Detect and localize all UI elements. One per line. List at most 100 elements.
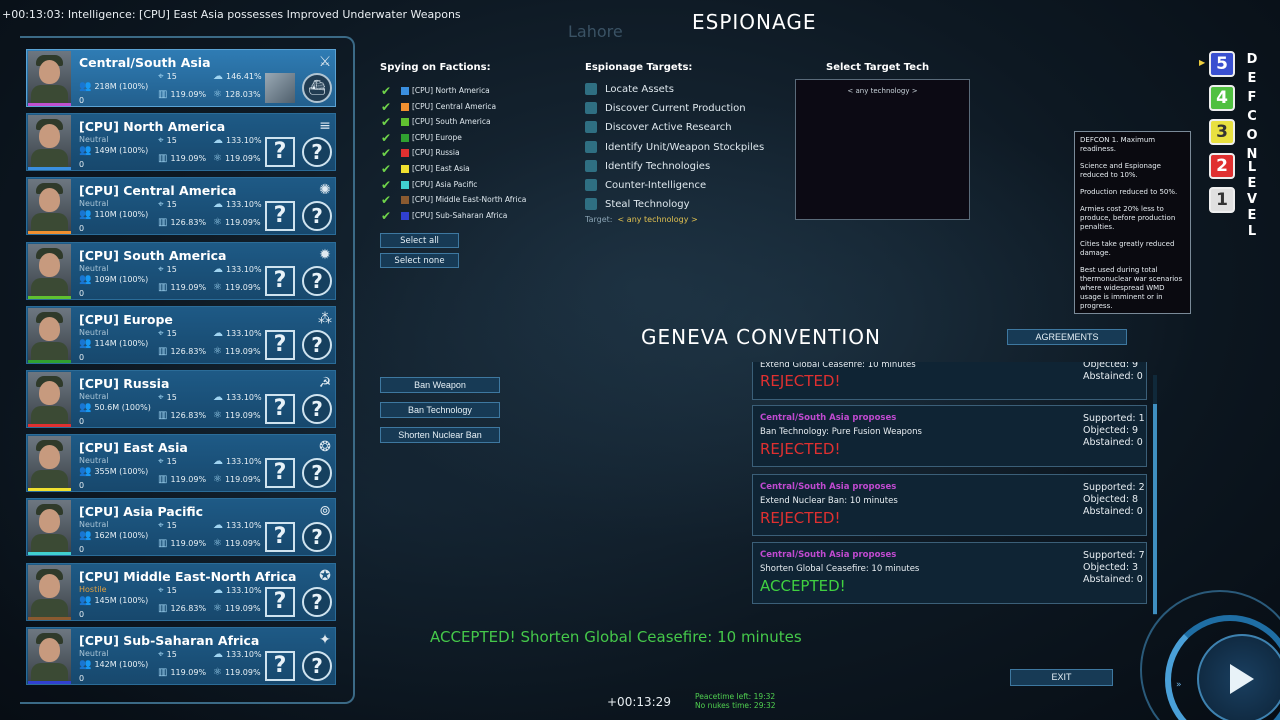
select-all-button[interactable]: Select all xyxy=(380,233,459,248)
target-prefix: Target: xyxy=(585,215,613,224)
espionage-target-row[interactable]: Identify Unit/Weapon Stockpiles xyxy=(585,140,764,153)
check-icon[interactable]: ✔ xyxy=(381,84,395,98)
unknown-unit-icon[interactable]: ? xyxy=(265,201,295,232)
tech-list-box[interactable]: < any technology > xyxy=(795,79,970,220)
proposal-result: REJECTED! xyxy=(760,508,841,527)
unknown-leader-icon[interactable]: ? xyxy=(302,458,332,489)
tech-any-option[interactable]: < any technology > xyxy=(796,87,969,95)
exit-button[interactable]: EXIT xyxy=(1010,669,1113,686)
check-icon[interactable]: ✔ xyxy=(381,146,395,160)
check-icon[interactable]: ✔ xyxy=(381,100,395,114)
check-icon[interactable]: ✔ xyxy=(381,115,395,129)
defcon-level-button[interactable]: 3 xyxy=(1209,119,1235,145)
unknown-unit-icon[interactable]: ? xyxy=(265,650,295,681)
unknown-unit-icon[interactable]: ? xyxy=(265,137,295,168)
tech-stat: ⚛ 119.09% xyxy=(213,474,261,486)
spy-faction-row[interactable]: ✔ [CPU] Russia xyxy=(381,146,460,160)
unknown-leader-icon[interactable]: ? xyxy=(302,329,332,360)
check-icon[interactable]: ✔ xyxy=(381,178,395,192)
submarine-circle-icon[interactable]: ⛴ xyxy=(302,73,332,103)
faction-card[interactable]: [CPU] Russia Neutral 👥 50.6M (100%) 0 ⌖ 15… xyxy=(26,370,336,428)
faction-card[interactable]: [CPU] Middle East-North Africa Hostile 👥… xyxy=(26,562,336,621)
target-checkbox[interactable] xyxy=(585,159,597,172)
spy-faction-row[interactable]: ✔ [CPU] Middle East-North Africa xyxy=(381,193,526,207)
leader-portrait xyxy=(28,564,71,620)
unknown-leader-icon[interactable]: ? xyxy=(302,586,332,617)
target-checkbox[interactable] xyxy=(585,198,597,211)
check-icon[interactable]: ✔ xyxy=(381,193,395,207)
espionage-target-row[interactable]: Counter-Intelligence xyxy=(585,179,706,191)
zero-stat: 0 xyxy=(79,96,85,105)
unknown-leader-icon[interactable]: ? xyxy=(302,137,332,168)
unknown-unit-icon[interactable]: ? xyxy=(265,394,295,424)
defcon-level-button[interactable]: 2 xyxy=(1209,153,1235,179)
check-icon[interactable]: ✔ xyxy=(381,162,395,176)
defcon-level-button[interactable]: 4 xyxy=(1209,85,1235,111)
unknown-unit-icon[interactable]: ? xyxy=(265,329,295,360)
unknown-leader-icon[interactable]: ? xyxy=(302,265,332,296)
agreements-button[interactable]: AGREEMENTS xyxy=(1007,329,1127,345)
espionage-target-row[interactable]: Locate Assets xyxy=(585,83,674,95)
espionage-target-row[interactable]: Steal Technology xyxy=(585,198,690,211)
faction-card[interactable]: [CPU] Sub-Saharan Africa Neutral 👥 142M (… xyxy=(26,626,336,685)
unknown-unit-icon[interactable]: ? xyxy=(265,265,295,296)
target-value: < any technology > xyxy=(617,215,698,224)
tooltip-line: Best used during total thermonuclear war… xyxy=(1080,266,1183,310)
faction-card[interactable]: [CPU] South America Neutral 👥 109M (100%)… xyxy=(26,241,336,300)
target-checkbox[interactable] xyxy=(585,179,597,191)
defcon-level-button[interactable]: 5 xyxy=(1209,51,1235,77)
tech-stat: ⚛ 119.09% xyxy=(213,217,261,229)
proposal-scrollbar-thumb[interactable] xyxy=(1153,404,1157,614)
factory-icon: ▥ xyxy=(158,345,168,357)
factory-icon: ▥ xyxy=(158,410,168,421)
faction-card[interactable]: [CPU] East Asia Neutral 👥 355M (100%) 0 ⌖… xyxy=(26,434,336,493)
ban-weapon-button[interactable]: Ban Weapon xyxy=(380,377,500,393)
submarine-unit-icon[interactable] xyxy=(265,73,295,103)
target-checkbox[interactable] xyxy=(585,121,597,134)
espionage-target-row[interactable]: Discover Current Production xyxy=(585,102,746,115)
proposal-author: Central/South Asia proposes xyxy=(760,550,897,560)
faction-card[interactable]: [CPU] North America Neutral 👥 149M (100%)… xyxy=(26,113,336,172)
spy-faction-row[interactable]: ✔ [CPU] East Asia xyxy=(381,162,470,176)
spy-faction-label: [CPU] North America xyxy=(412,86,490,95)
spy-faction-row[interactable]: ✔ [CPU] Sub-Saharan Africa xyxy=(381,209,507,223)
faction-card[interactable]: [CPU] Asia Pacific Neutral 👥 162M (100%) … xyxy=(26,498,336,557)
target-checkbox[interactable] xyxy=(585,83,597,95)
spy-faction-row[interactable]: ✔ [CPU] Central America xyxy=(381,100,496,114)
target-checkbox[interactable] xyxy=(585,140,597,153)
research-stat: ☁ 133.10% xyxy=(213,520,262,532)
spy-faction-row[interactable]: ✔ [CPU] Asia Pacific xyxy=(381,178,477,192)
check-icon[interactable]: ✔ xyxy=(381,131,395,145)
leader-portrait xyxy=(28,372,71,427)
target-checkbox[interactable] xyxy=(585,102,597,115)
select-none-button[interactable]: Select none xyxy=(380,253,459,268)
tech-stat: ⚛ 119.09% xyxy=(213,153,261,165)
faction-name: [CPU] East Asia xyxy=(79,440,188,456)
espionage-target-row[interactable]: Discover Active Research xyxy=(585,121,732,134)
check-icon[interactable]: ✔ xyxy=(381,209,395,223)
unknown-leader-icon[interactable]: ? xyxy=(302,522,332,553)
spy-faction-row[interactable]: ✔ [CPU] North America xyxy=(381,84,490,98)
fast-forward-icon[interactable]: » xyxy=(1176,680,1182,690)
faction-card[interactable]: Central/South Asia 👥 218M (100%) 0 ⌖ 15 ▥ 1… xyxy=(26,49,336,107)
ban-technology-button[interactable]: Ban Technology xyxy=(380,402,500,418)
faction-card[interactable]: [CPU] Europe Neutral 👥 114M (100%) 0 ⌖ 15 … xyxy=(26,305,336,364)
shorten-nuclear-ban-button[interactable]: Shorten Nuclear Ban xyxy=(380,427,500,443)
defcon-level-button[interactable]: 1 xyxy=(1209,187,1235,213)
unknown-unit-icon[interactable]: ? xyxy=(265,522,295,553)
zero-stat: 0 xyxy=(79,481,85,491)
unknown-unit-icon[interactable]: ? xyxy=(265,586,295,617)
unknown-leader-icon[interactable]: ? xyxy=(302,394,332,424)
faction-card[interactable]: [CPU] Central America Neutral 👥 110M (100… xyxy=(26,177,336,236)
unknown-unit-icon[interactable]: ? xyxy=(265,458,295,489)
espionage-target-row[interactable]: Identify Technologies xyxy=(585,159,710,172)
proposal-result: REJECTED! xyxy=(760,372,841,390)
tooltip-line: DEFCON 1. Maximum readiness. xyxy=(1080,136,1156,153)
brain-icon: ☁ xyxy=(213,456,223,468)
unknown-leader-icon[interactable]: ? xyxy=(302,650,332,681)
proposal-card: Central/South Asia proposes Extend Nucle… xyxy=(752,473,1147,536)
spy-faction-row[interactable]: ✔ [CPU] Europe xyxy=(381,131,462,145)
factory-icon: ▥ xyxy=(158,217,168,229)
unknown-leader-icon[interactable]: ? xyxy=(302,201,332,232)
spy-faction-row[interactable]: ✔ [CPU] South America xyxy=(381,115,491,129)
